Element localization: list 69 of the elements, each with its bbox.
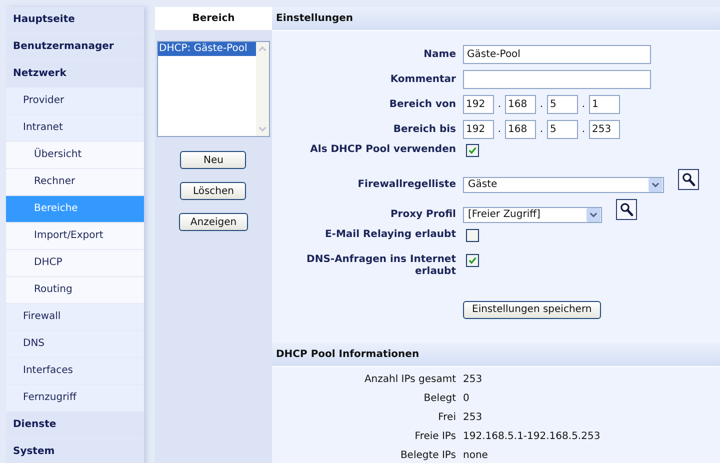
sidebar-item[interactable]: Hauptseite [6, 7, 144, 33]
field-label: Name [422, 48, 457, 60]
sidebar-item[interactable]: Rechner [6, 169, 144, 195]
ip-octet-field[interactable]: 168 [505, 95, 536, 114]
action-button[interactable]: Anzeigen [179, 213, 248, 231]
info-value: none [463, 450, 488, 461]
checkbox[interactable] [466, 229, 479, 242]
dropdown[interactable]: Gäste [463, 176, 664, 192]
ip-separator: . [496, 124, 502, 135]
field-label: E-Mail Relaying erlaubt [324, 229, 457, 241]
action-button[interactable]: Neu [180, 151, 246, 169]
section-header: Einstellungen [272, 7, 720, 31]
sidebar-item[interactable]: Provider [6, 88, 144, 114]
search-button[interactable] [678, 169, 699, 190]
column-header: Bereich [155, 7, 272, 30]
info-label: Frei [437, 412, 457, 423]
text-field[interactable] [463, 70, 651, 89]
sidebar-item[interactable]: Übersicht [6, 142, 144, 168]
field-label: Bereich von [388, 98, 457, 110]
ip-separator: . [580, 124, 586, 135]
field-label: Als DHCP Pool verwenden [309, 144, 457, 156]
ip-separator: . [580, 99, 586, 110]
section-header: DHCP Pool Informationen [272, 343, 720, 367]
field-label: DNS-Anfragen ins Internet erlaubt [306, 254, 457, 278]
field-label: Firewallregelliste [356, 178, 457, 190]
info-label: Freie IPs [414, 431, 457, 442]
caret-down-icon[interactable] [586, 208, 601, 222]
sidebar-item[interactable]: DNS [6, 331, 144, 357]
sidebar-item[interactable]: Intranet [6, 115, 144, 141]
sidebar-item[interactable]: System [6, 439, 144, 463]
ip-separator: . [538, 99, 544, 110]
ip-octet-field[interactable]: 1 [589, 95, 620, 114]
dropdown[interactable]: [Freier Zugriff] [463, 206, 602, 222]
field-label: Kommentar [389, 74, 457, 86]
field-label: Bereich bis [392, 124, 457, 136]
ip-octet-field[interactable]: 5 [547, 120, 578, 139]
save-button[interactable]: Einstellungen speichern [463, 300, 601, 318]
ip-separator: . [538, 124, 544, 135]
caret-down-icon[interactable] [648, 178, 663, 192]
sidebar-item[interactable]: Firewall [6, 304, 144, 330]
sidebar-item[interactable]: Netzwerk [6, 61, 144, 87]
sidebar-item[interactable]: Import/Export [6, 223, 144, 249]
search-button[interactable] [616, 199, 637, 220]
list-item[interactable]: DHCP: Gäste-Pool [158, 42, 256, 56]
info-value: 192.168.5.1-192.168.5.253 [463, 431, 600, 442]
info-label: Anzahl IPs gesamt [363, 374, 457, 385]
checkbox[interactable] [466, 144, 479, 157]
ip-octet-field[interactable]: 168 [505, 120, 536, 139]
range-listbox[interactable]: DHCP: Gäste-Pool [157, 41, 270, 137]
ip-octet-field[interactable]: 5 [547, 95, 578, 114]
info-value: 0 [463, 393, 470, 404]
sidebar-item[interactable]: Dienste [6, 412, 144, 438]
info-value: 253 [463, 412, 482, 423]
info-value: 253 [463, 374, 482, 385]
sidebar-item[interactable]: Benutzermanager [6, 34, 144, 60]
sidebar-item[interactable]: Interfaces [6, 358, 144, 384]
sidebar-item[interactable]: Fernzugriff [6, 385, 144, 411]
ip-octet-field[interactable]: 192 [463, 95, 494, 114]
ip-octet-field[interactable]: 192 [463, 120, 494, 139]
info-label: Belegt [422, 393, 457, 404]
text-field[interactable]: Gäste-Pool [463, 45, 651, 64]
action-button[interactable]: Löschen [180, 182, 246, 200]
info-label: Belegte IPs [399, 450, 457, 461]
checkbox[interactable] [466, 254, 479, 267]
sidebar-item[interactable]: Routing [6, 277, 144, 303]
field-label: Proxy Profil [389, 208, 457, 220]
sidebar-item[interactable]: DHCP [6, 250, 144, 276]
ip-octet-field[interactable]: 253 [589, 120, 620, 139]
ip-separator: . [496, 99, 502, 110]
